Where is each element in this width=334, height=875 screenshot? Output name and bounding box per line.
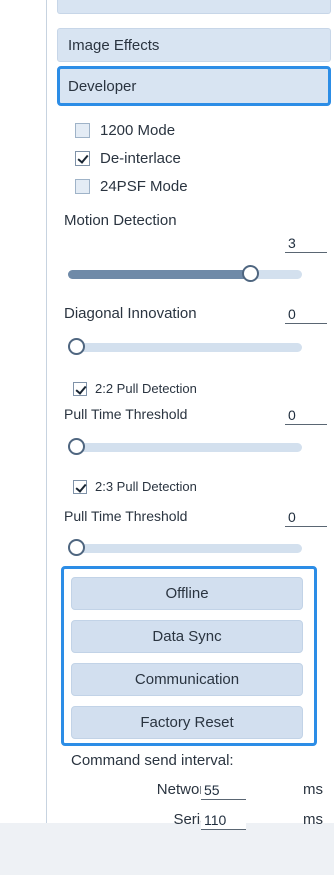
serial-port-input[interactable] (201, 810, 246, 830)
slider-thumb[interactable] (241, 265, 259, 282)
pull-23-label: 2:3 Pull Detection (95, 479, 197, 494)
slider-fill (68, 270, 251, 279)
pull-23-checkbox[interactable] (73, 479, 87, 494)
image-effects-label: Image Effects (68, 36, 160, 54)
motion-detection-slider[interactable] (64, 265, 302, 283)
psf24-checkbox-row[interactable]: 24PSF Mode (75, 178, 188, 195)
offline-button[interactable]: Offline (71, 577, 303, 610)
slider-track (68, 443, 302, 452)
panel-border (46, 0, 47, 827)
pull-22-threshold-input[interactable] (285, 405, 327, 425)
deinterlace-label: De-interlace (100, 150, 181, 167)
pull-22-checkbox[interactable] (73, 381, 87, 396)
pull-23-threshold-slider[interactable] (64, 539, 302, 557)
serial-port-unit: ms (303, 811, 323, 828)
settings-panel: Image Effects Developer 1200 Mode De-int… (0, 0, 334, 875)
mode-1200-label: 1200 Mode (100, 122, 176, 139)
psf24-label: 24PSF Mode (100, 178, 188, 195)
status-bar (0, 823, 334, 875)
deinterlace-checkbox-row[interactable]: De-interlace (75, 150, 181, 167)
pull-23-checkbox-row[interactable]: 2:3 Pull Detection (73, 479, 197, 494)
pull-22-threshold-slider[interactable] (64, 438, 302, 456)
pull-22-checkbox-row[interactable]: 2:2 Pull Detection (73, 381, 197, 396)
developer-button[interactable]: Developer (57, 66, 331, 106)
psf24-checkbox[interactable] (75, 179, 90, 194)
pull-23-threshold-input[interactable] (285, 507, 327, 527)
pull-23-threshold-label: Pull Time Threshold (64, 508, 188, 524)
mode-1200-checkbox[interactable] (75, 123, 90, 138)
motion-detection-label: Motion Detection (64, 212, 177, 229)
command-interval-title: Command send interval: (71, 752, 234, 769)
slider-thumb[interactable] (68, 539, 85, 556)
factory-reset-button[interactable]: Factory Reset (71, 706, 303, 739)
diagonal-innovation-slider[interactable] (64, 338, 302, 356)
collapsed-section-button[interactable] (57, 0, 331, 14)
network-port-unit: ms (303, 781, 323, 798)
data-sync-button[interactable]: Data Sync (71, 620, 303, 653)
mode-1200-checkbox-row[interactable]: 1200 Mode (75, 122, 175, 139)
diagonal-innovation-label: Diagonal Innovation (64, 305, 197, 322)
pull-22-threshold-label: Pull Time Threshold (64, 406, 188, 422)
image-effects-button[interactable]: Image Effects (57, 28, 331, 62)
network-port-input[interactable] (201, 780, 246, 800)
slider-track (68, 343, 302, 352)
developer-label: Developer (68, 77, 137, 95)
diagonal-innovation-input[interactable] (285, 304, 327, 324)
slider-track (68, 544, 302, 553)
communication-button[interactable]: Communication (71, 663, 303, 696)
slider-thumb[interactable] (68, 438, 85, 455)
slider-thumb[interactable] (68, 338, 85, 355)
deinterlace-checkbox[interactable] (75, 151, 90, 166)
pull-22-label: 2:2 Pull Detection (95, 381, 197, 396)
motion-detection-input[interactable] (285, 233, 327, 253)
